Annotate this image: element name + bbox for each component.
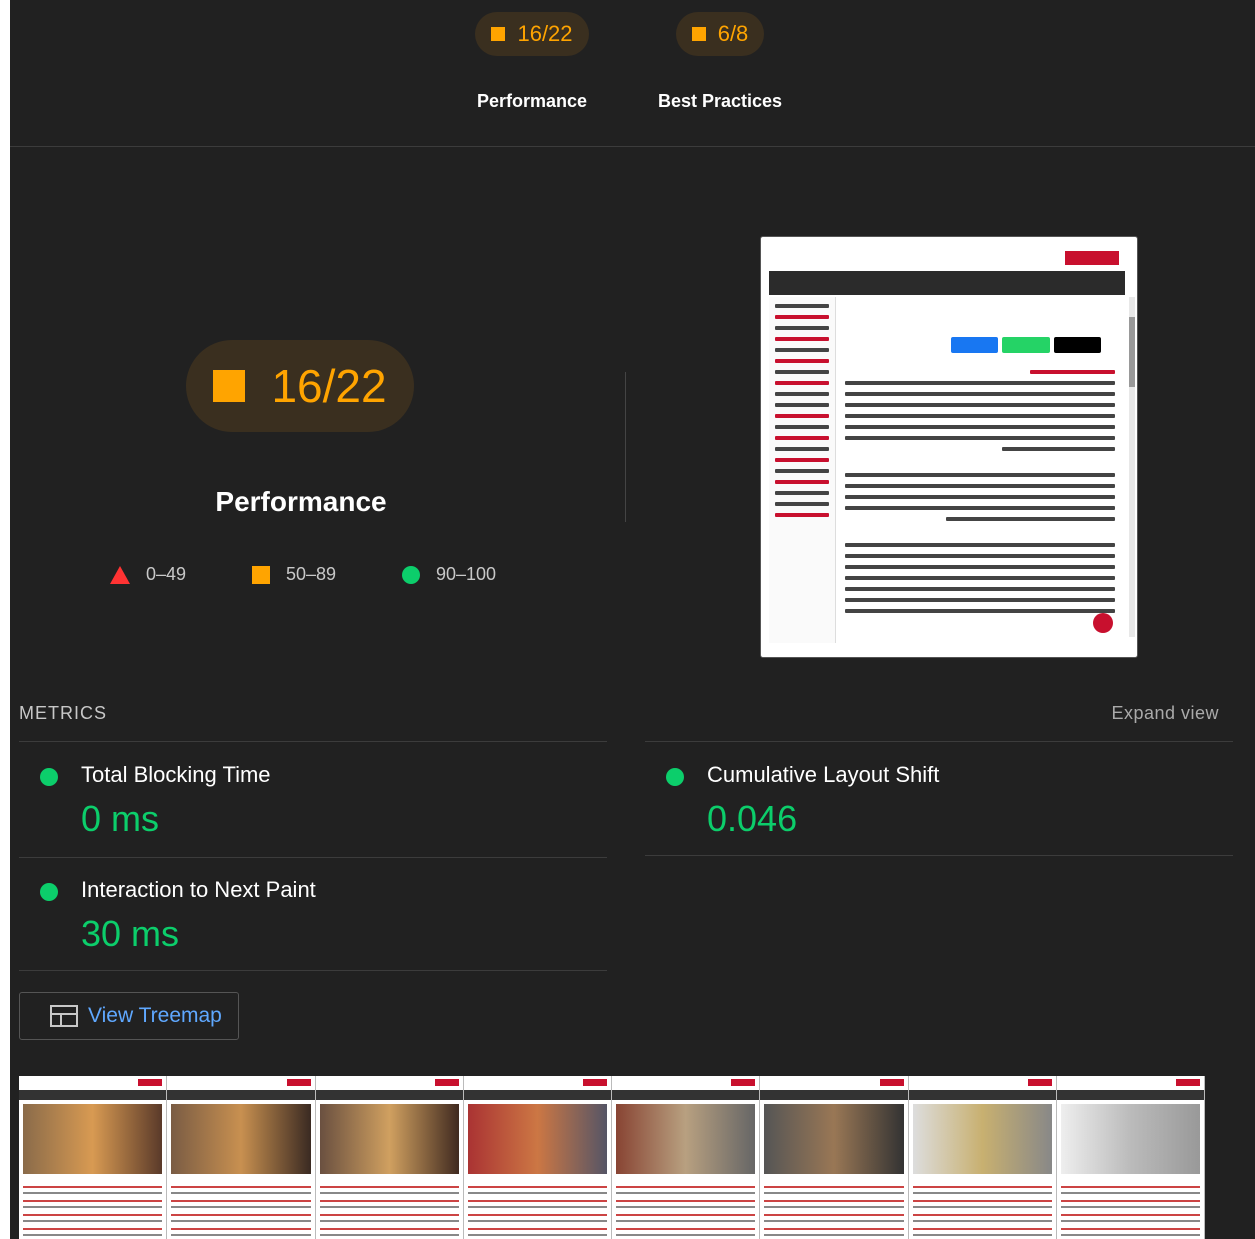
average-square-icon (491, 27, 506, 41)
category-label: Best Practices (657, 91, 783, 111)
filmstrip-frame (908, 1076, 1057, 1239)
category-label: Performance (476, 91, 588, 111)
metric-name: Total Blocking Time (81, 762, 271, 787)
filmstrip-frame (167, 1076, 316, 1239)
legend-average: 50–89 (252, 564, 336, 585)
category-summary-bar: 16/22 Performance 6/8 Best Practices (10, 0, 1255, 147)
category-best-practices[interactable]: 6/8 Best Practices (655, 12, 785, 112)
average-square-icon (252, 565, 270, 584)
category-performance[interactable]: 16/22 Performance (467, 12, 597, 112)
frame-image (1060, 1104, 1200, 1174)
screenshot-site-nav (769, 271, 1125, 295)
pass-circle-icon (40, 883, 58, 901)
frame-nav (19, 1090, 167, 1100)
category-score: 16/22 (517, 21, 573, 46)
divider (19, 857, 607, 858)
final-screenshot[interactable] (760, 236, 1138, 658)
screenshot-scrollbar (1129, 297, 1135, 637)
score-badge: 6/8 (675, 12, 765, 56)
metrics-heading: METRICS (19, 703, 107, 723)
gauge-title: Performance (215, 486, 387, 517)
frame-nav (760, 1090, 908, 1100)
legend-pass: 90–100 (402, 564, 496, 585)
legend-range: 50–89 (286, 564, 337, 584)
treemap-button-label: View Treemap (88, 1004, 222, 1027)
pass-circle-icon (402, 565, 420, 584)
frame-content (764, 1180, 904, 1236)
filmstrip-frame (1056, 1076, 1205, 1239)
filmstrip-frame (612, 1076, 761, 1239)
lighthouse-report-panel: 16/22 Performance 6/8 Best Practices 16/… (10, 0, 1255, 1239)
gauge-score: 16/22 (271, 360, 387, 412)
frame-header (612, 1076, 760, 1091)
frame-header (463, 1076, 611, 1091)
frame-content (171, 1180, 311, 1236)
legend-fail: 0–49 (110, 564, 186, 585)
share-buttons (951, 337, 1101, 353)
divider (645, 741, 1233, 742)
frame-content (616, 1180, 756, 1236)
frame-image (23, 1104, 163, 1174)
frame-header (1056, 1076, 1204, 1091)
gauge-score-badge: 16/22 (186, 340, 414, 432)
divider (19, 741, 607, 742)
average-square-icon (213, 370, 246, 402)
frame-image (764, 1104, 904, 1174)
filmstrip-frame (315, 1076, 464, 1239)
frame-nav (463, 1090, 611, 1100)
expand-view-toggle[interactable]: Expand view (1111, 703, 1219, 724)
frame-header (760, 1076, 908, 1091)
fail-triangle-icon (110, 565, 130, 584)
legend-range: 90–100 (436, 564, 497, 584)
frame-image (171, 1104, 311, 1174)
pass-circle-icon (666, 768, 684, 786)
frame-content (467, 1180, 607, 1236)
filmstrip-frame (760, 1076, 909, 1239)
frame-image (467, 1104, 607, 1174)
frame-image (319, 1104, 459, 1174)
average-square-icon (691, 27, 706, 41)
metric-value: 0.046 (707, 798, 798, 839)
screenshot-article (839, 297, 1121, 643)
screenshot-sidebar (769, 297, 836, 643)
frame-image (912, 1104, 1052, 1174)
frame-content (23, 1180, 163, 1236)
screenshot-site-header (769, 245, 1125, 272)
score-badge: 16/22 (475, 12, 589, 56)
site-logo (1065, 251, 1119, 265)
frame-nav (908, 1090, 1056, 1100)
metric-name: Interaction to Next Paint (81, 877, 316, 902)
divider (645, 855, 1233, 856)
metric-value: 0 ms (81, 798, 160, 839)
frame-content (319, 1180, 459, 1236)
frame-content (912, 1180, 1052, 1236)
category-score: 6/8 (717, 21, 749, 46)
frame-header (19, 1076, 167, 1091)
metric-name: Cumulative Layout Shift (707, 762, 940, 787)
metric-value: 30 ms (81, 913, 180, 954)
filmstrip-frame (19, 1076, 168, 1239)
frame-nav (167, 1090, 315, 1100)
frame-nav (315, 1090, 463, 1100)
treemap-icon (50, 1005, 78, 1027)
frame-header (908, 1076, 1056, 1091)
frame-content (1060, 1180, 1200, 1236)
frame-nav (1056, 1090, 1204, 1100)
frame-image (616, 1104, 756, 1174)
filmstrip (19, 1076, 1205, 1239)
frame-header (315, 1076, 463, 1091)
view-treemap-button[interactable]: View Treemap (19, 992, 239, 1040)
scroll-top-icon (1093, 613, 1113, 633)
score-legend: 0–49 50–89 90–100 (110, 564, 530, 590)
frame-nav (612, 1090, 760, 1100)
legend-range: 0–49 (146, 564, 187, 584)
performance-gauge: 16/22 Performance (186, 340, 416, 518)
frame-header (167, 1076, 315, 1091)
divider (625, 372, 626, 522)
filmstrip-frame (463, 1076, 612, 1239)
divider (19, 970, 607, 971)
pass-circle-icon (40, 768, 58, 786)
